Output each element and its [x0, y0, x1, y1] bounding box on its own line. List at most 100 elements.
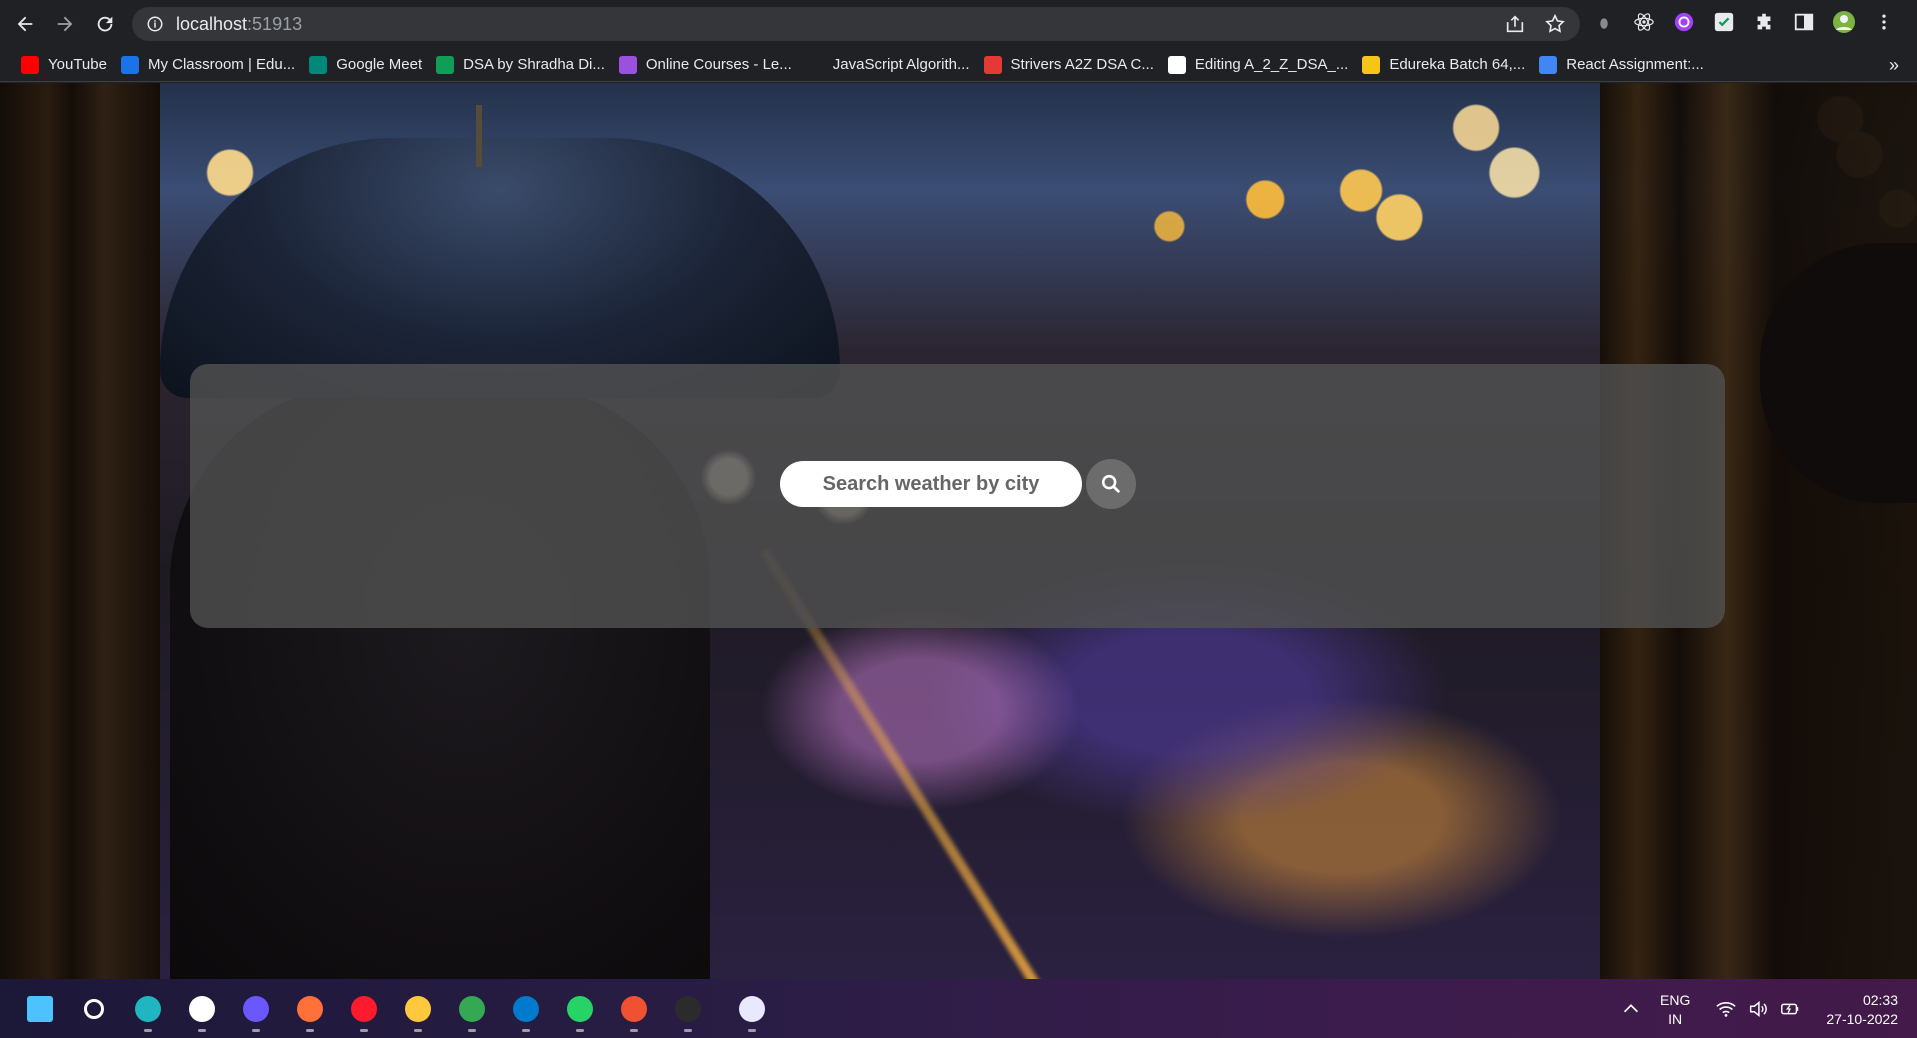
sheets-icon: [436, 55, 455, 74]
bookmark-item[interactable]: Editing A_2_Z_DSA_...: [1161, 50, 1355, 80]
address-bar[interactable]: localhost:51913: [132, 7, 1580, 41]
bookmarks-bar: YouTube My Classroom | Edu... Google Meet D…: [0, 48, 1917, 82]
background-umbrella: [160, 138, 840, 398]
intellij-icon[interactable]: [240, 993, 272, 1032]
running-indicator: [684, 1029, 692, 1032]
city-search-input[interactable]: [780, 461, 1082, 507]
react-devtools-icon[interactable]: [1632, 10, 1656, 34]
show-hidden-icons-button[interactable]: [1620, 979, 1642, 1038]
system-tray[interactable]: [1715, 979, 1801, 1038]
chrome-menu-icon[interactable]: [1872, 10, 1896, 34]
bookmark-label: Editing A_2_Z_DSA_...: [1194, 56, 1349, 73]
whatsapp-icon-glyph: [567, 996, 593, 1022]
docs-icon: [1539, 55, 1558, 74]
opera-icon[interactable]: [348, 993, 380, 1032]
file-explorer-icon[interactable]: [402, 993, 434, 1032]
terminal-icon-glyph: [675, 996, 701, 1022]
snipping-tool-icon[interactable]: [736, 993, 768, 1032]
bookmark-item[interactable]: YouTube: [14, 50, 114, 80]
battery-charging-icon: [1781, 1003, 1799, 1014]
weather-app-background: [0, 83, 1917, 979]
share-icon[interactable]: [1504, 13, 1526, 35]
bookmark-item[interactable]: Strivers A2Z DSA C...: [977, 50, 1161, 80]
snipping-tool-icon-glyph: [739, 996, 765, 1022]
wifi-icon: [1716, 1001, 1736, 1017]
background-tram-pole-left: [0, 83, 160, 979]
github-icon: [1167, 55, 1186, 74]
edureka-icon: [120, 55, 139, 74]
bookmark-star-icon[interactable]: [1544, 13, 1566, 35]
bookmark-label: React Assignment:...: [1566, 56, 1704, 73]
running-indicator: [468, 1029, 476, 1032]
edge-icon-glyph: [135, 996, 161, 1022]
mongodb-compass-icon[interactable]: [186, 993, 218, 1032]
bookmark-label: JavaScript Algorith...: [832, 56, 970, 73]
windows-start-icon[interactable]: [24, 993, 56, 1025]
search-icon: [1101, 474, 1120, 493]
windows-taskbar: ENG IN 02:33 27-10-2022: [0, 979, 1917, 1038]
browser-toolbar: localhost:51913: [0, 0, 1917, 48]
chrome-icon-glyph: [459, 996, 485, 1022]
running-indicator: [306, 1029, 314, 1032]
reload-button[interactable]: [86, 5, 124, 43]
extension-grey-icon[interactable]: [1592, 10, 1616, 34]
terminal-icon[interactable]: [672, 993, 704, 1032]
running-indicator: [198, 1029, 206, 1032]
opera-icon-glyph: [351, 996, 377, 1022]
firefox-icon[interactable]: [294, 993, 326, 1032]
volume-icon: [1749, 1000, 1767, 1017]
whatsapp-icon[interactable]: [564, 993, 596, 1032]
vscode-icon-glyph: [513, 996, 539, 1022]
running-indicator: [414, 1029, 422, 1032]
bookmark-item[interactable]: React Assignment:...: [1532, 50, 1711, 80]
windows-start-icon-glyph: [27, 996, 53, 1022]
bookmark-label: Google Meet: [336, 56, 423, 73]
courses-icon: [618, 55, 637, 74]
search-bar: [780, 459, 1136, 509]
git-icon[interactable]: [618, 993, 650, 1032]
reload-icon: [97, 16, 113, 32]
running-indicator: [252, 1029, 260, 1032]
running-indicator: [630, 1029, 638, 1032]
bookmark-item[interactable]: Edureka Batch 64,...: [1355, 50, 1532, 80]
bookmark-label: DSA by Shradha Di...: [463, 56, 605, 73]
miro-icon: [1362, 55, 1381, 74]
edge-icon[interactable]: [132, 993, 164, 1032]
language-indicator[interactable]: ENG IN: [1660, 991, 1690, 1029]
bookmarks-overflow-icon[interactable]: »: [1889, 55, 1899, 76]
file-explorer-icon-glyph: [405, 996, 431, 1022]
bookmark-label: My Classroom | Edu...: [147, 56, 296, 73]
chrome-icon[interactable]: [456, 993, 488, 1032]
bookmark-item[interactable]: Online Courses - Le...: [612, 50, 799, 80]
bookmark-item[interactable]: JavaScript Algorith...: [799, 50, 977, 80]
running-indicator: [144, 1029, 152, 1032]
search-icon[interactable]: [78, 993, 110, 1025]
forward-button[interactable]: [46, 5, 84, 43]
arrow-left-icon: [17, 16, 33, 32]
clock[interactable]: 02:33 27-10-2022: [1808, 991, 1898, 1029]
google-meet-icon: [309, 55, 328, 74]
bookmark-item[interactable]: DSA by Shradha Di...: [429, 50, 612, 80]
bookmark-item[interactable]: Google Meet: [302, 50, 429, 80]
vscode-icon[interactable]: [510, 993, 542, 1032]
search-button[interactable]: [1086, 459, 1136, 509]
back-button[interactable]: [6, 5, 44, 43]
region-code: IN: [1668, 1011, 1683, 1027]
running-indicator: [522, 1029, 530, 1032]
bookmark-item[interactable]: My Classroom | Edu...: [114, 50, 302, 80]
site-info-icon[interactable]: [146, 15, 164, 33]
side-panel-icon[interactable]: [1792, 10, 1816, 34]
purple-extension-icon[interactable]: [1672, 10, 1696, 34]
firefox-icon-glyph: [297, 996, 323, 1022]
bookmark-label: Edureka Batch 64,...: [1389, 56, 1526, 73]
running-indicator: [576, 1029, 584, 1032]
git-icon-glyph: [621, 996, 647, 1022]
puzzle-extensions-icon[interactable]: [1752, 10, 1776, 34]
clock-date: 27-10-2022: [1826, 1011, 1898, 1027]
tuf-icon: [983, 55, 1002, 74]
profile-avatar[interactable]: [1832, 10, 1856, 34]
intellij-icon-glyph: [243, 996, 269, 1022]
url-text: localhost:51913: [176, 13, 303, 34]
background-umbrella-tip: [476, 105, 482, 167]
green-extension-icon[interactable]: [1712, 10, 1736, 34]
